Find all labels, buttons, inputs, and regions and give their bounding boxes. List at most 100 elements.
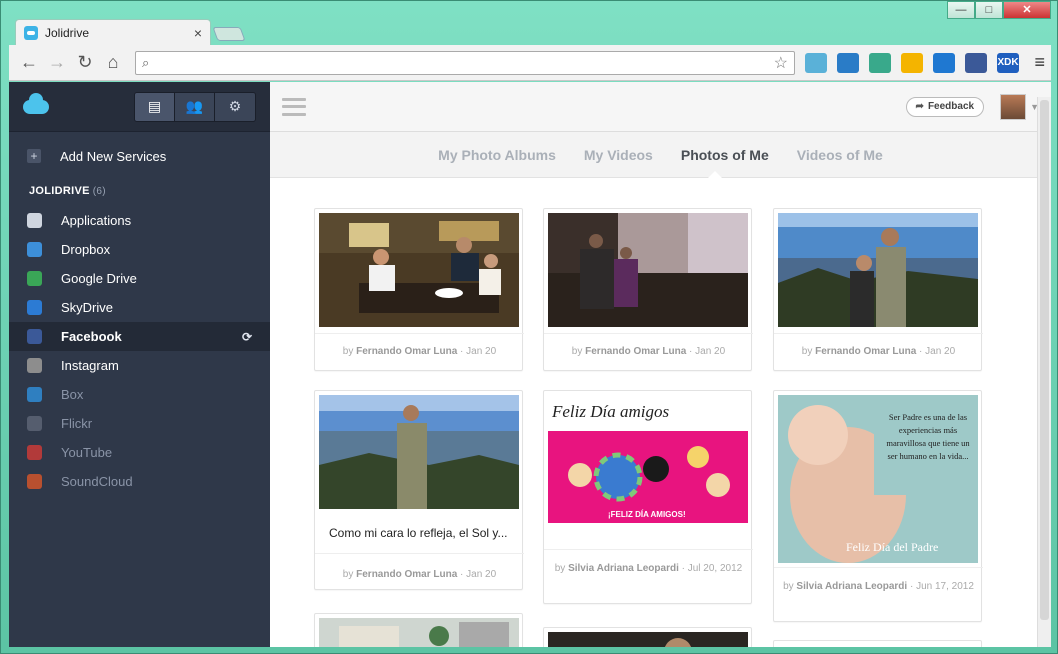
- feedback-button[interactable]: ➦ Feedback: [905, 96, 985, 117]
- jolidrive-logo-icon[interactable]: [23, 92, 49, 114]
- bookmark-star-icon[interactable]: ☆: [774, 53, 788, 73]
- dropbox-icon: [27, 242, 42, 257]
- card-image-title: Feliz Día del Padre: [846, 540, 938, 554]
- media-tabs: My Photo Albums My Videos Photos of Me V…: [270, 132, 1051, 178]
- browser-window: Jolidrive × — □ ✕ ← → ↻ ⌂ ⌕ ☆ XDK ≡ ▤ �: [0, 0, 1058, 654]
- sidebar-item-google-drive[interactable]: Google Drive: [9, 264, 270, 293]
- google-drive-extension-icon[interactable]: [901, 52, 923, 73]
- photo-card[interactable]: [773, 640, 982, 647]
- instagram-icon: [27, 358, 42, 373]
- photo-thumbnail[interactable]: Feliz Día amigos ¡FELIZ DÍA AMIGOS!: [548, 395, 748, 523]
- sidebar-item-label: SkyDrive: [61, 300, 114, 315]
- photo-thumbnail[interactable]: [319, 395, 519, 509]
- photo-meta: by Fernando Omar Luna · Jan 20: [801, 346, 956, 357]
- sidebar-item-soundcloud[interactable]: SoundCloud: [9, 467, 270, 496]
- photo-thumbnail[interactable]: Ser Padre es una de las experiencias más…: [778, 395, 978, 563]
- browser-tab[interactable]: Jolidrive ×: [15, 19, 211, 45]
- jolidrive-app: ▤ 👥 ⚙ + Add New Services JOLIDRIVE (6) A…: [9, 82, 1051, 647]
- photo-date: Jan 20: [466, 569, 497, 580]
- photo-author[interactable]: Fernando Omar Luna: [356, 346, 457, 357]
- photo-card[interactable]: by Fernando Omar Luna · Jan 20: [543, 208, 753, 371]
- photo-meta: by Silvia Adriana Leopardi · Jun 17, 201…: [783, 581, 974, 592]
- minimize-button[interactable]: —: [947, 1, 975, 19]
- sidebar-item-skydrive[interactable]: SkyDrive: [9, 293, 270, 322]
- title-bar: Jolidrive × — □ ✕: [1, 1, 1057, 45]
- picture-extension-icon[interactable]: [837, 52, 859, 73]
- tab-my-videos[interactable]: My Videos: [584, 147, 653, 163]
- photo-thumbnail[interactable]: [778, 213, 978, 327]
- photo-author[interactable]: Fernando Omar Luna: [815, 346, 916, 357]
- photo-card[interactable]: [543, 627, 752, 647]
- users-icon[interactable]: 👥: [175, 92, 215, 121]
- photo-author[interactable]: Fernando Omar Luna: [356, 569, 457, 580]
- facebook-extension-icon[interactable]: [965, 52, 987, 73]
- photo-card[interactable]: Como mi cara lo refleja, el Sol y... by …: [314, 390, 524, 590]
- sidebar-item-label: Instagram: [61, 358, 119, 373]
- tab-close-icon[interactable]: ×: [194, 25, 202, 41]
- browser-toolbar: ← → ↻ ⌂ ⌕ ☆ XDK ≡: [9, 45, 1051, 81]
- plus-icon: +: [27, 149, 41, 163]
- sidebar-item-applications[interactable]: Applications: [9, 206, 270, 235]
- refresh-icon[interactable]: ⟳: [242, 330, 252, 344]
- jolidrive-favicon-icon: [24, 25, 38, 40]
- reload-icon[interactable]: ↻: [71, 52, 99, 73]
- forward-icon[interactable]: →: [43, 52, 71, 73]
- photo-author[interactable]: Fernando Omar Luna: [585, 346, 686, 357]
- photo-card[interactable]: by Fernando Omar Luna · Jan 20: [314, 208, 524, 371]
- photo-author[interactable]: Silvia Adriana Leopardi: [796, 581, 907, 592]
- top-bar: ➦ Feedback ▼: [270, 82, 1051, 132]
- flickr-icon: [27, 416, 42, 431]
- sidebar-section-title: JOLIDRIVE (6): [9, 176, 270, 206]
- extension-icons: XDK: [805, 52, 1029, 73]
- sidebar-item-instagram[interactable]: Instagram: [9, 351, 270, 380]
- facebook-icon: [27, 329, 42, 344]
- sidebar-header: ▤ 👥 ⚙: [9, 82, 270, 132]
- swirl-extension-icon[interactable]: [869, 52, 891, 73]
- avatar[interactable]: [1000, 93, 1027, 120]
- sidebar-item-label: Dropbox: [61, 242, 111, 257]
- sidebar-item-label: Applications: [61, 213, 132, 228]
- new-tab-button[interactable]: [212, 27, 246, 41]
- browser-menu-icon[interactable]: ≡: [1034, 52, 1045, 73]
- blue-orb-extension-icon[interactable]: [933, 52, 955, 73]
- sidebar-item-dropbox[interactable]: Dropbox: [9, 235, 270, 264]
- photo-thumbnail[interactable]: [319, 213, 519, 327]
- box-icon: [27, 387, 42, 402]
- address-bar[interactable]: ⌕ ☆: [135, 50, 795, 75]
- photo-thumbnail[interactable]: [319, 618, 519, 647]
- drawer-icon[interactable]: ▤: [135, 92, 175, 121]
- sidebar-item-label: Google Drive: [61, 271, 137, 286]
- window-scrollbar[interactable]: [1037, 97, 1051, 647]
- share-arrow-icon: ➦: [915, 101, 924, 112]
- sidebar-item-facebook[interactable]: Facebook ⟳: [9, 322, 270, 351]
- home-icon[interactable]: ⌂: [99, 52, 127, 73]
- photo-author[interactable]: Silvia Adriana Leopardi: [568, 563, 679, 574]
- sidebar-item-flickr[interactable]: Flickr: [9, 409, 270, 438]
- map-extension-icon[interactable]: [805, 52, 827, 73]
- photo-card[interactable]: [314, 613, 523, 647]
- photo-card[interactable]: Feliz Día amigos ¡FELIZ DÍA AMIGOS! by S…: [543, 390, 753, 604]
- tab-my-photo-albums[interactable]: My Photo Albums: [438, 147, 556, 163]
- photo-card[interactable]: Ser Padre es una de las experiencias más…: [773, 390, 983, 622]
- sidebar-item-youtube[interactable]: YouTube: [9, 438, 270, 467]
- close-window-button[interactable]: ✕: [1003, 1, 1051, 19]
- sidebar-item-label: Facebook: [61, 329, 122, 344]
- tab-title: Jolidrive: [45, 25, 90, 40]
- photo-card[interactable]: by Fernando Omar Luna · Jan 20: [773, 208, 983, 371]
- photo-meta: by Fernando Omar Luna · Jan 20: [571, 346, 726, 357]
- maximize-button[interactable]: □: [975, 1, 1003, 19]
- tab-photos-of-me[interactable]: Photos of Me: [681, 147, 769, 163]
- photo-thumbnail[interactable]: [548, 632, 748, 647]
- photo-thumbnail[interactable]: [548, 213, 748, 327]
- skydrive-icon: [27, 300, 42, 315]
- back-icon[interactable]: ←: [15, 52, 43, 73]
- hamburger-menu-icon[interactable]: [282, 97, 306, 116]
- card-image-text: ¡FELIZ DÍA AMIGOS!: [608, 510, 686, 519]
- xdk-extension-icon[interactable]: XDK: [997, 52, 1019, 73]
- sidebar-item-label: SoundCloud: [61, 474, 133, 489]
- gear-icon[interactable]: ⚙: [215, 92, 255, 121]
- add-new-services-button[interactable]: + Add New Services: [9, 136, 270, 176]
- sidebar-item-box[interactable]: Box: [9, 380, 270, 409]
- tab-videos-of-me[interactable]: Videos of Me: [797, 147, 883, 163]
- feedback-label: Feedback: [927, 101, 975, 112]
